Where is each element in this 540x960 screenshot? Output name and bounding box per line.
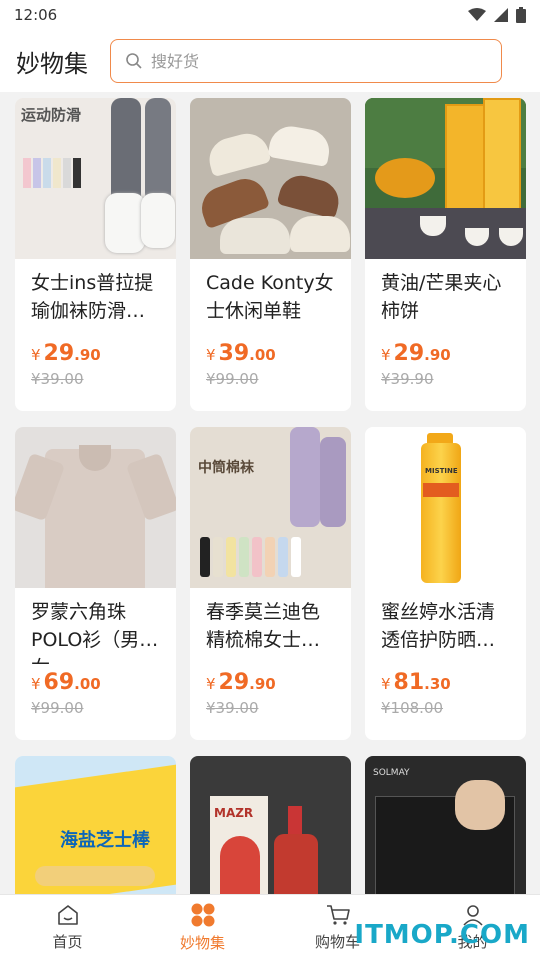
image-caption: 中筒棉袜 xyxy=(198,460,254,476)
wifi-icon xyxy=(468,8,486,21)
product-title: 蜜丝婷水活清透倍护防晒… xyxy=(381,601,496,651)
page-title: 妙物集 xyxy=(16,49,88,78)
cart-icon xyxy=(326,905,350,925)
grid-icon xyxy=(191,903,214,927)
product-price: ¥ 69 .00 xyxy=(31,670,101,695)
watermark: ITMOP.COM xyxy=(354,920,530,950)
product-image: SOLMAY xyxy=(365,756,526,916)
product-image xyxy=(365,98,526,259)
image-caption: 运动防滑 xyxy=(21,106,82,124)
image-caption: SOLMAY xyxy=(373,768,410,778)
image-caption: 海盐芝士棒 xyxy=(60,830,150,851)
tab-label: 购物车 xyxy=(314,933,360,951)
home-icon xyxy=(57,905,78,925)
image-caption: MAZR xyxy=(214,806,254,820)
original-price: ¥39.00 xyxy=(206,699,259,717)
product-title: 罗蒙六角珠POLO衫（男女… xyxy=(31,601,140,664)
search-icon xyxy=(126,53,142,69)
search-box[interactable] xyxy=(110,39,502,83)
product-card[interactable]: Cade Konty女士休闲单鞋 ¥ 39 .00 ¥99.00 xyxy=(190,98,351,411)
original-price: ¥99.00 xyxy=(206,370,259,388)
header: 妙物集 xyxy=(0,30,540,92)
product-price: ¥ 81 .30 xyxy=(381,670,451,695)
product-card[interactable]: 海盐芝士棒 xyxy=(15,756,176,916)
product-image xyxy=(190,98,351,259)
product-title: Cade Konty女士休闲单鞋 xyxy=(206,272,334,322)
status-bar: 12:06 xyxy=(0,0,540,30)
product-title: 黄油/芒果夹心柿饼 xyxy=(381,272,502,322)
product-card[interactable]: 运动防滑 女士ins普拉提瑜伽袜防滑… ¥ 29 .90 ¥39.00 xyxy=(15,98,176,411)
tab-miaowuji[interactable]: 妙物集 xyxy=(135,895,270,960)
status-time: 12:06 xyxy=(14,6,58,24)
product-image: MAZR xyxy=(190,756,351,916)
original-price: ¥108.00 xyxy=(381,699,444,717)
tab-label: 首页 xyxy=(52,933,83,951)
tab-home[interactable]: 首页 xyxy=(0,895,135,960)
product-card[interactable]: MISTINE 蜜丝婷水活清透倍护防晒… ¥ 81 .30 ¥108.00 xyxy=(365,427,526,740)
product-card[interactable]: 黄油/芒果夹心柿饼 ¥ 29 .90 ¥39.90 xyxy=(365,98,526,411)
product-image: 运动防滑 xyxy=(15,98,176,259)
image-caption: MISTINE xyxy=(425,467,458,475)
product-title: 女士ins普拉提瑜伽袜防滑… xyxy=(31,272,154,322)
product-price: ¥ 39 .00 xyxy=(206,341,276,366)
product-grid: 运动防滑 女士ins普拉提瑜伽袜防滑… ¥ 29 .90 ¥39.00 Cade… xyxy=(15,98,526,916)
status-icons xyxy=(468,7,526,23)
original-price: ¥39.00 xyxy=(31,370,84,388)
product-price: ¥ 29 .90 xyxy=(31,341,101,366)
product-card[interactable]: 罗蒙六角珠POLO衫（男女… ¥ 69 .00 ¥99.00 xyxy=(15,427,176,740)
tab-label: 妙物集 xyxy=(179,934,225,952)
product-image xyxy=(15,427,176,588)
product-card[interactable]: SOLMAY xyxy=(365,756,526,916)
product-image: 中筒棉袜 xyxy=(190,427,351,588)
search-input[interactable] xyxy=(151,51,487,71)
product-title: 春季莫兰迪色精梳棉女士… xyxy=(206,601,321,651)
product-image: MISTINE xyxy=(365,427,526,588)
product-price: ¥ 29 .90 xyxy=(206,670,276,695)
product-card[interactable]: MAZR xyxy=(190,756,351,916)
product-card[interactable]: 中筒棉袜 春季莫兰迪色精梳棉女士… ¥ 29 .90 ¥39.00 xyxy=(190,427,351,740)
product-price: ¥ 29 .90 xyxy=(381,341,451,366)
signal-icon xyxy=(494,8,508,22)
battery-icon xyxy=(516,7,526,23)
original-price: ¥39.90 xyxy=(381,370,434,388)
original-price: ¥99.00 xyxy=(31,699,84,717)
product-image: 海盐芝士棒 xyxy=(15,756,176,916)
